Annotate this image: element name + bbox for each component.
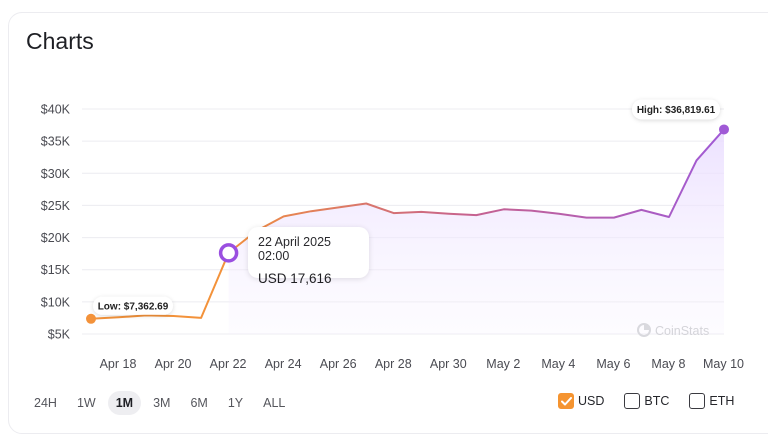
usd-check-icon[interactable]: [558, 393, 574, 409]
x-tick-label: May 6: [596, 357, 630, 371]
range-1m-button[interactable]: 1M: [107, 391, 142, 415]
x-tick-label: May 4: [541, 357, 575, 371]
currency-eth-checkbox[interactable]: ETH: [689, 393, 734, 409]
y-tick-label: $10K: [41, 295, 71, 309]
watermark-text: CoinStats: [655, 324, 709, 338]
x-tick-label: Apr 18: [100, 357, 137, 371]
range-all-button[interactable]: ALL: [255, 391, 293, 415]
x-axis-ticks: Apr 18 Apr 20 Apr 22 Apr 24 Apr 26 Apr 28 Apr …: [100, 357, 744, 371]
hover-point[interactable]: [218, 243, 239, 263]
currency-eth-label: ETH: [709, 394, 735, 408]
range-3m-button[interactable]: 3M: [145, 391, 178, 415]
y-tick-label: $20K: [41, 231, 71, 245]
y-tick-label: $15K: [41, 263, 71, 277]
time-range-selector: 24H 1W 1M 3M 6M 1Y ALL: [26, 391, 297, 415]
high-marker: High: $36,819.61: [632, 99, 729, 135]
tooltip-date: 22 April 2025 02:00: [258, 235, 331, 263]
x-tick-label: Apr 20: [155, 357, 192, 371]
currency-usd-label: USD: [578, 394, 605, 408]
low-marker: Low: $7,362.69: [86, 296, 173, 324]
x-tick-label: May 2: [486, 357, 520, 371]
range-1w-button[interactable]: 1W: [69, 391, 104, 415]
x-tick-label: Apr 24: [265, 357, 302, 371]
y-tick-label: $40K: [41, 103, 71, 117]
x-tick-label: Apr 22: [210, 357, 247, 371]
y-tick-label: $30K: [41, 167, 71, 181]
range-24h-button[interactable]: 24H: [26, 391, 65, 415]
btc-check-icon[interactable]: [624, 393, 641, 409]
x-tick-label: Apr 28: [375, 357, 412, 371]
x-tick-label: May 8: [651, 357, 685, 371]
range-1y-button[interactable]: 1Y: [220, 391, 251, 415]
tooltip-value: USD 17,616: [258, 271, 332, 286]
x-tick-label: May 10: [703, 357, 744, 371]
high-point: [719, 124, 729, 135]
hover-tooltip: 22 April 2025 02:00 USD 17,616: [248, 227, 369, 286]
currency-selector: USD BTC ETH: [558, 393, 734, 409]
y-tick-label: $5K: [48, 328, 71, 342]
y-tick-label: $25K: [41, 199, 71, 213]
currency-btc-label: BTC: [644, 394, 670, 408]
x-tick-label: Apr 26: [320, 357, 357, 371]
x-tick-label: Apr 30: [430, 357, 467, 371]
price-chart[interactable]: $40K$35K$30K$25K$20K$15K$10K$5K Apr 18 Ap…: [0, 0, 768, 436]
y-axis-ticks: $40K $35K $30K $25K $20K $15K $10K $5K: [41, 103, 71, 342]
eth-check-icon[interactable]: [689, 393, 706, 409]
range-6m-button[interactable]: 6M: [182, 391, 215, 415]
low-label: Low: $7,362.69: [98, 301, 169, 312]
low-point: [86, 313, 96, 324]
currency-btc-checkbox[interactable]: BTC: [624, 393, 669, 409]
high-label: High: $36,819.61: [637, 105, 716, 116]
currency-usd-checkbox[interactable]: USD: [558, 393, 604, 409]
y-tick-label: $35K: [41, 135, 71, 149]
